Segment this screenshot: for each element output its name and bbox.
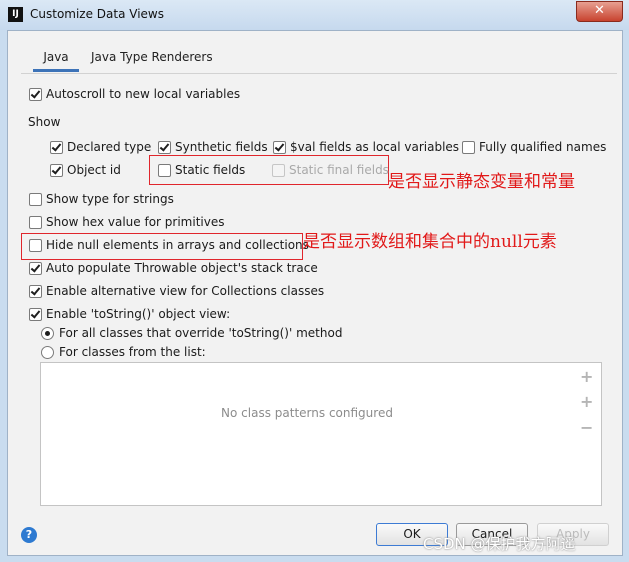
- checkbox-icon: [29, 284, 42, 298]
- checkbox-icon: [29, 307, 42, 321]
- radio-all-classes[interactable]: For all classes that override 'toString(…: [41, 326, 342, 340]
- type-for-strings-label: Show type for strings: [46, 192, 174, 206]
- checkbox-icon: [462, 140, 475, 154]
- remove-icon[interactable]: −: [580, 418, 593, 437]
- add-pattern-icon[interactable]: +: [580, 392, 593, 411]
- tab-java[interactable]: Java: [33, 50, 79, 64]
- class-patterns-list[interactable]: [40, 362, 576, 506]
- checkbox-icon: [29, 192, 42, 206]
- radio-all-classes-label: For all classes that override 'toString(…: [59, 326, 343, 340]
- auto-populate-stack-trace-checkbox[interactable]: Auto populate Throwable object's stack t…: [29, 261, 318, 275]
- checkbox-icon: [50, 140, 63, 154]
- autoscroll-label: Autoscroll to new local variables: [46, 87, 241, 101]
- tostring-view-checkbox[interactable]: Enable 'toString()' object view:: [29, 307, 230, 321]
- static-fields-label: Static fields: [175, 163, 246, 177]
- static-fields-annotation: 是否显示静态变量和常量: [388, 172, 575, 192]
- static-final-fields-label: Static final fields: [289, 163, 389, 177]
- val-fields-label: $val fields as local variables: [290, 140, 460, 154]
- val-fields-checkbox[interactable]: $val fields as local variables: [273, 140, 459, 154]
- window-title: Customize Data Views: [30, 7, 164, 21]
- hex-values-checkbox[interactable]: Show hex value for primitives: [29, 215, 224, 229]
- fully-qualified-names-label: Fully qualified names: [479, 140, 607, 154]
- add-class-icon[interactable]: +: [580, 367, 593, 386]
- checkbox-icon: [272, 163, 285, 177]
- fully-qualified-names-checkbox[interactable]: Fully qualified names: [462, 140, 606, 154]
- help-icon[interactable]: ?: [21, 527, 37, 543]
- autoscroll-checkbox[interactable]: Autoscroll to new local variables: [29, 87, 240, 101]
- synthetic-fields-checkbox[interactable]: Synthetic fields: [158, 140, 268, 154]
- radio-icon: [41, 326, 54, 340]
- static-final-fields-checkbox: Static final fields: [272, 163, 389, 177]
- checkbox-icon: [50, 163, 63, 177]
- hide-null-elements-checkbox[interactable]: Hide null elements in arrays and collect…: [29, 238, 309, 252]
- show-section-heading: Show: [28, 115, 61, 129]
- alternative-view-checkbox[interactable]: Enable alternative view for Collections …: [29, 284, 324, 298]
- checkbox-icon: [158, 140, 171, 154]
- close-button[interactable]: ✕: [576, 1, 623, 22]
- radio-classes-from-list-label: For classes from the list:: [59, 345, 206, 359]
- declared-type-checkbox[interactable]: Declared type: [50, 140, 151, 154]
- declared-type-label: Declared type: [67, 140, 152, 154]
- tostring-view-label: Enable 'toString()' object view:: [46, 307, 231, 321]
- hide-null-annotation: 是否显示数组和集合中的null元素: [303, 232, 557, 252]
- radio-classes-from-list[interactable]: For classes from the list:: [41, 345, 206, 359]
- radio-icon: [41, 345, 54, 359]
- checkbox-icon: [273, 140, 286, 154]
- checkbox-icon: [29, 261, 42, 275]
- intellij-app-icon: IJ: [8, 7, 23, 22]
- checkbox-icon: [29, 238, 42, 252]
- synthetic-fields-label: Synthetic fields: [175, 140, 268, 154]
- tab-java-type-renderers[interactable]: Java Type Renderers: [91, 50, 213, 64]
- type-for-strings-checkbox[interactable]: Show type for strings: [29, 192, 174, 206]
- watermark: CSDN @保护我方阿遥: [423, 535, 576, 553]
- auto-populate-stack-trace-label: Auto populate Throwable object's stack t…: [46, 261, 318, 275]
- object-id-label: Object id: [67, 163, 121, 177]
- checkbox-icon: [29, 215, 42, 229]
- checkbox-icon: [158, 163, 171, 177]
- checkbox-icon: [29, 87, 42, 101]
- empty-list-message: No class patterns configured: [221, 406, 393, 420]
- hex-values-label: Show hex value for primitives: [46, 215, 225, 229]
- static-fields-checkbox[interactable]: Static fields: [158, 163, 245, 177]
- hide-null-elements-label: Hide null elements in arrays and collect…: [46, 238, 309, 252]
- tab-divider: [21, 73, 617, 74]
- tab-selected-indicator: [33, 69, 79, 72]
- object-id-checkbox[interactable]: Object id: [50, 163, 121, 177]
- alternative-view-label: Enable alternative view for Collections …: [46, 284, 325, 298]
